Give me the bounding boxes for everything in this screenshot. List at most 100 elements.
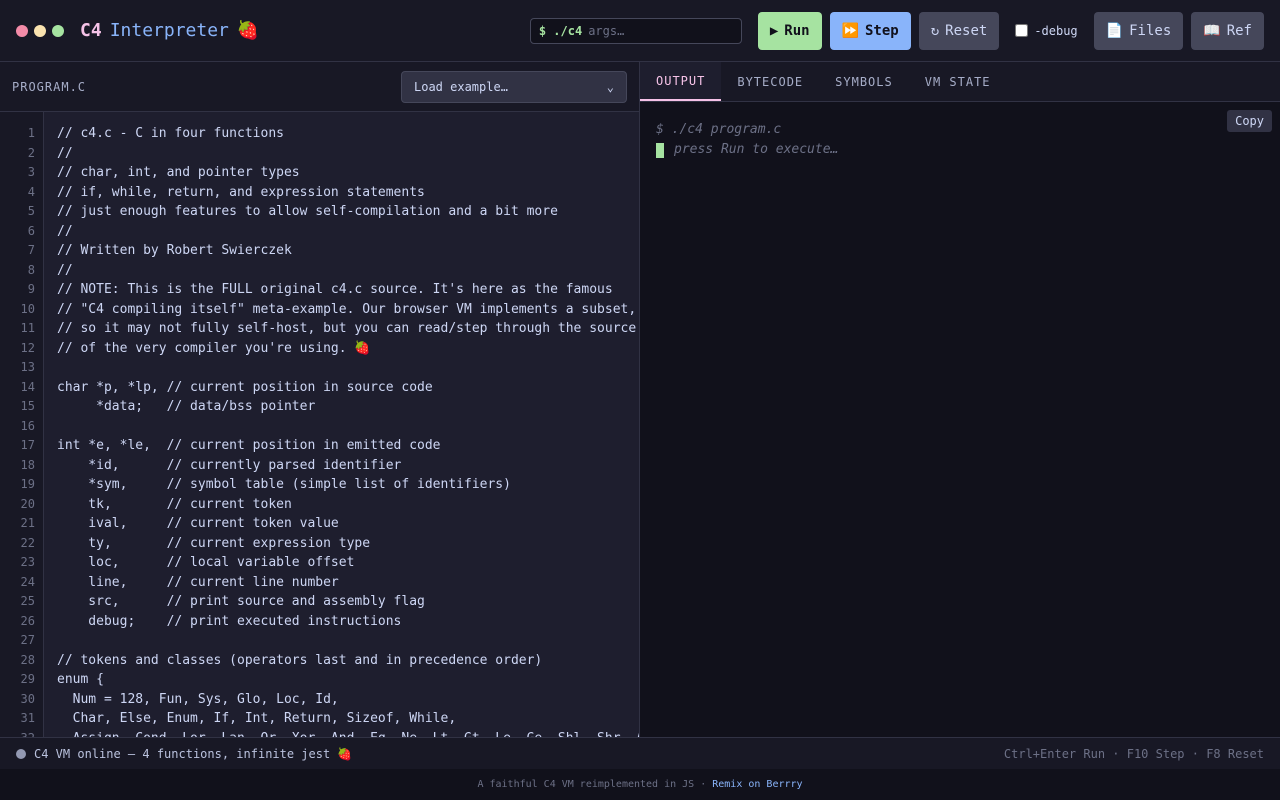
code-line: // "C4 compiling itself" meta-example. O… xyxy=(57,301,637,317)
refresh-icon: ↻ xyxy=(930,22,940,39)
line-numbers: 1 2 3 4 5 6 7 8 9 10 11 12 13 14 15 16 17 18 19 20 21 22 23 24 2… xyxy=(0,112,44,737)
files-button[interactable]: 📄 Files xyxy=(1093,11,1184,50)
console-hint-line: press Run to execute… xyxy=(656,140,1264,160)
code-line: int *e, *le, // current position in emit… xyxy=(57,438,441,453)
args-field: $ ./c4 xyxy=(529,17,742,44)
app-title: C4 Interpreter 🍓 xyxy=(80,20,259,41)
tab-vm-state[interactable]: VM STATE xyxy=(909,62,1007,101)
line-number: 27 xyxy=(20,633,35,647)
step-button[interactable]: ⏩ Step xyxy=(829,11,911,50)
line-number: 17 xyxy=(20,438,35,452)
code-line: ty, // current expression type xyxy=(57,535,371,551)
tab-bytecode[interactable]: BYTECODE xyxy=(721,62,819,101)
minimize-dot[interactable] xyxy=(34,24,46,37)
app-header: C4 Interpreter 🍓 $ ./c4 ▶ Run ⏩ Step ↻ R… xyxy=(0,0,1280,62)
code-line: Num = 128, Fun, Sys, Glo, Loc, Id, xyxy=(57,691,339,707)
code-line: // just enough features to allow self-co… xyxy=(57,204,558,219)
line-number: 15 xyxy=(20,399,35,413)
run-button[interactable]: ▶ Run xyxy=(757,11,822,50)
strawberry-icon: 🍓 xyxy=(236,20,260,41)
code-line: // c4.c - C in four functions xyxy=(57,126,284,141)
code-line: tk, // current token xyxy=(57,496,292,512)
line-number: 19 xyxy=(20,477,35,491)
remix-link[interactable]: Remix on Berrry xyxy=(712,779,802,790)
code-line: ival, // current token value xyxy=(57,516,339,531)
status-message: C4 VM online — 4 functions, infinite jes… xyxy=(34,746,353,761)
line-number: 29 xyxy=(20,672,35,686)
close-dot[interactable] xyxy=(16,24,28,37)
line-number: 14 xyxy=(20,379,35,394)
line-number: 16 xyxy=(20,418,35,433)
line-number: 3 xyxy=(27,165,35,179)
file-icon: 📄 xyxy=(1105,22,1124,39)
title-c4: C4 xyxy=(80,20,102,41)
play-icon: ▶ xyxy=(769,22,779,39)
code-line: // so it may not fully self-host, but yo… xyxy=(57,321,637,336)
example-select[interactable]: Load example… ⌄ xyxy=(401,70,627,103)
code-line: src, // print source and assembly flag xyxy=(57,594,425,609)
line-number: 26 xyxy=(20,613,35,628)
line-number: 2 xyxy=(27,145,35,160)
line-number: 23 xyxy=(20,555,35,569)
line-number: 13 xyxy=(20,360,35,374)
editor-header: PROGRAM.C Load example… ⌄ xyxy=(0,62,639,112)
maximize-dot[interactable] xyxy=(52,24,64,37)
chevron-down-icon: ⌄ xyxy=(606,79,614,94)
line-number: 7 xyxy=(27,243,35,257)
line-number: 22 xyxy=(20,535,35,550)
console-hint: press Run to execute… xyxy=(674,142,839,157)
output-pane: OUTPUT BYTECODE SYMBOLS VM STATE $ ./c4 pro… xyxy=(640,62,1280,737)
code-editor[interactable]: 1 2 3 4 5 6 7 8 9 10 11 12 13 14 15 16 17 18 19 20 21 22 23 24 2… xyxy=(0,112,639,737)
code-line: Assign, Cond, Lor, Lan, Or, Xor, And, Eq… xyxy=(57,729,639,738)
keyboard-shortcuts: Ctrl+Enter Run · F10 Step · F8 Reset xyxy=(1003,746,1264,761)
line-number: 8 xyxy=(27,262,35,277)
code-line: // of the very compiler you're using. 🍓 xyxy=(57,340,371,356)
code-line: enum { xyxy=(57,672,104,687)
args-input[interactable] xyxy=(588,23,729,38)
args-prompt: $ ./c4 xyxy=(538,23,583,38)
code-line: // if, while, return, and expression sta… xyxy=(57,184,425,200)
line-number: 10 xyxy=(20,301,35,316)
code-line: debug; // print executed instructions xyxy=(57,613,402,629)
line-number: 32 xyxy=(0,729,35,738)
line-number: 31 xyxy=(20,711,35,725)
code-line: // NOTE: This is the FULL original c4.c … xyxy=(57,282,613,297)
fast-forward-icon: ⏩ xyxy=(841,22,859,39)
footer-text: A faithful C4 VM reimplemented in JS · xyxy=(477,779,707,790)
line-number: 25 xyxy=(20,594,35,608)
cursor-block xyxy=(656,142,664,158)
line-number: 28 xyxy=(20,652,35,667)
debug-toggle[interactable]: -debug xyxy=(1015,24,1078,38)
code-line: // tokens and classes (operators last an… xyxy=(57,652,543,668)
line-number: 6 xyxy=(27,223,35,238)
footer: A faithful C4 VM reimplemented in JS · R… xyxy=(0,769,1280,800)
status-indicator-icon xyxy=(16,748,26,759)
line-number: 1 xyxy=(27,126,35,140)
code-line: // char, int, and pointer types xyxy=(57,165,300,180)
line-number: 30 xyxy=(20,691,35,706)
code-line: *data; // data/bss pointer xyxy=(57,399,316,414)
code-line: // xyxy=(57,145,73,161)
code-text[interactable]: // c4.c - C in four functions // // char, … xyxy=(44,112,639,737)
line-number: 9 xyxy=(27,282,35,296)
tab-output[interactable]: OUTPUT xyxy=(640,62,722,101)
ref-button[interactable]: 📖 Ref xyxy=(1191,11,1264,50)
code-line: char *p, *lp, // current position in sou… xyxy=(57,379,433,395)
code-line: line, // current line number xyxy=(57,574,339,590)
code-line: // xyxy=(57,223,73,239)
console-command: $ ./c4 program.c xyxy=(656,122,782,137)
tab-symbols[interactable]: SYMBOLS xyxy=(819,62,909,101)
line-number: 24 xyxy=(20,574,35,589)
code-line: // Written by Robert Swierczek xyxy=(57,243,292,258)
line-number: 5 xyxy=(27,204,35,218)
copy-button[interactable]: Copy xyxy=(1227,110,1272,132)
debug-checkbox[interactable] xyxy=(1015,24,1029,37)
reset-button[interactable]: ↻ Reset xyxy=(918,11,1000,50)
console-output: $ ./c4 program.c press Run to execute… xyxy=(640,102,1280,178)
code-line: // xyxy=(57,262,73,278)
line-number: 11 xyxy=(20,321,35,335)
status-bar: C4 VM online — 4 functions, infinite jes… xyxy=(0,737,1280,769)
code-line: *sym, // symbol table (simple list of id… xyxy=(57,477,511,492)
